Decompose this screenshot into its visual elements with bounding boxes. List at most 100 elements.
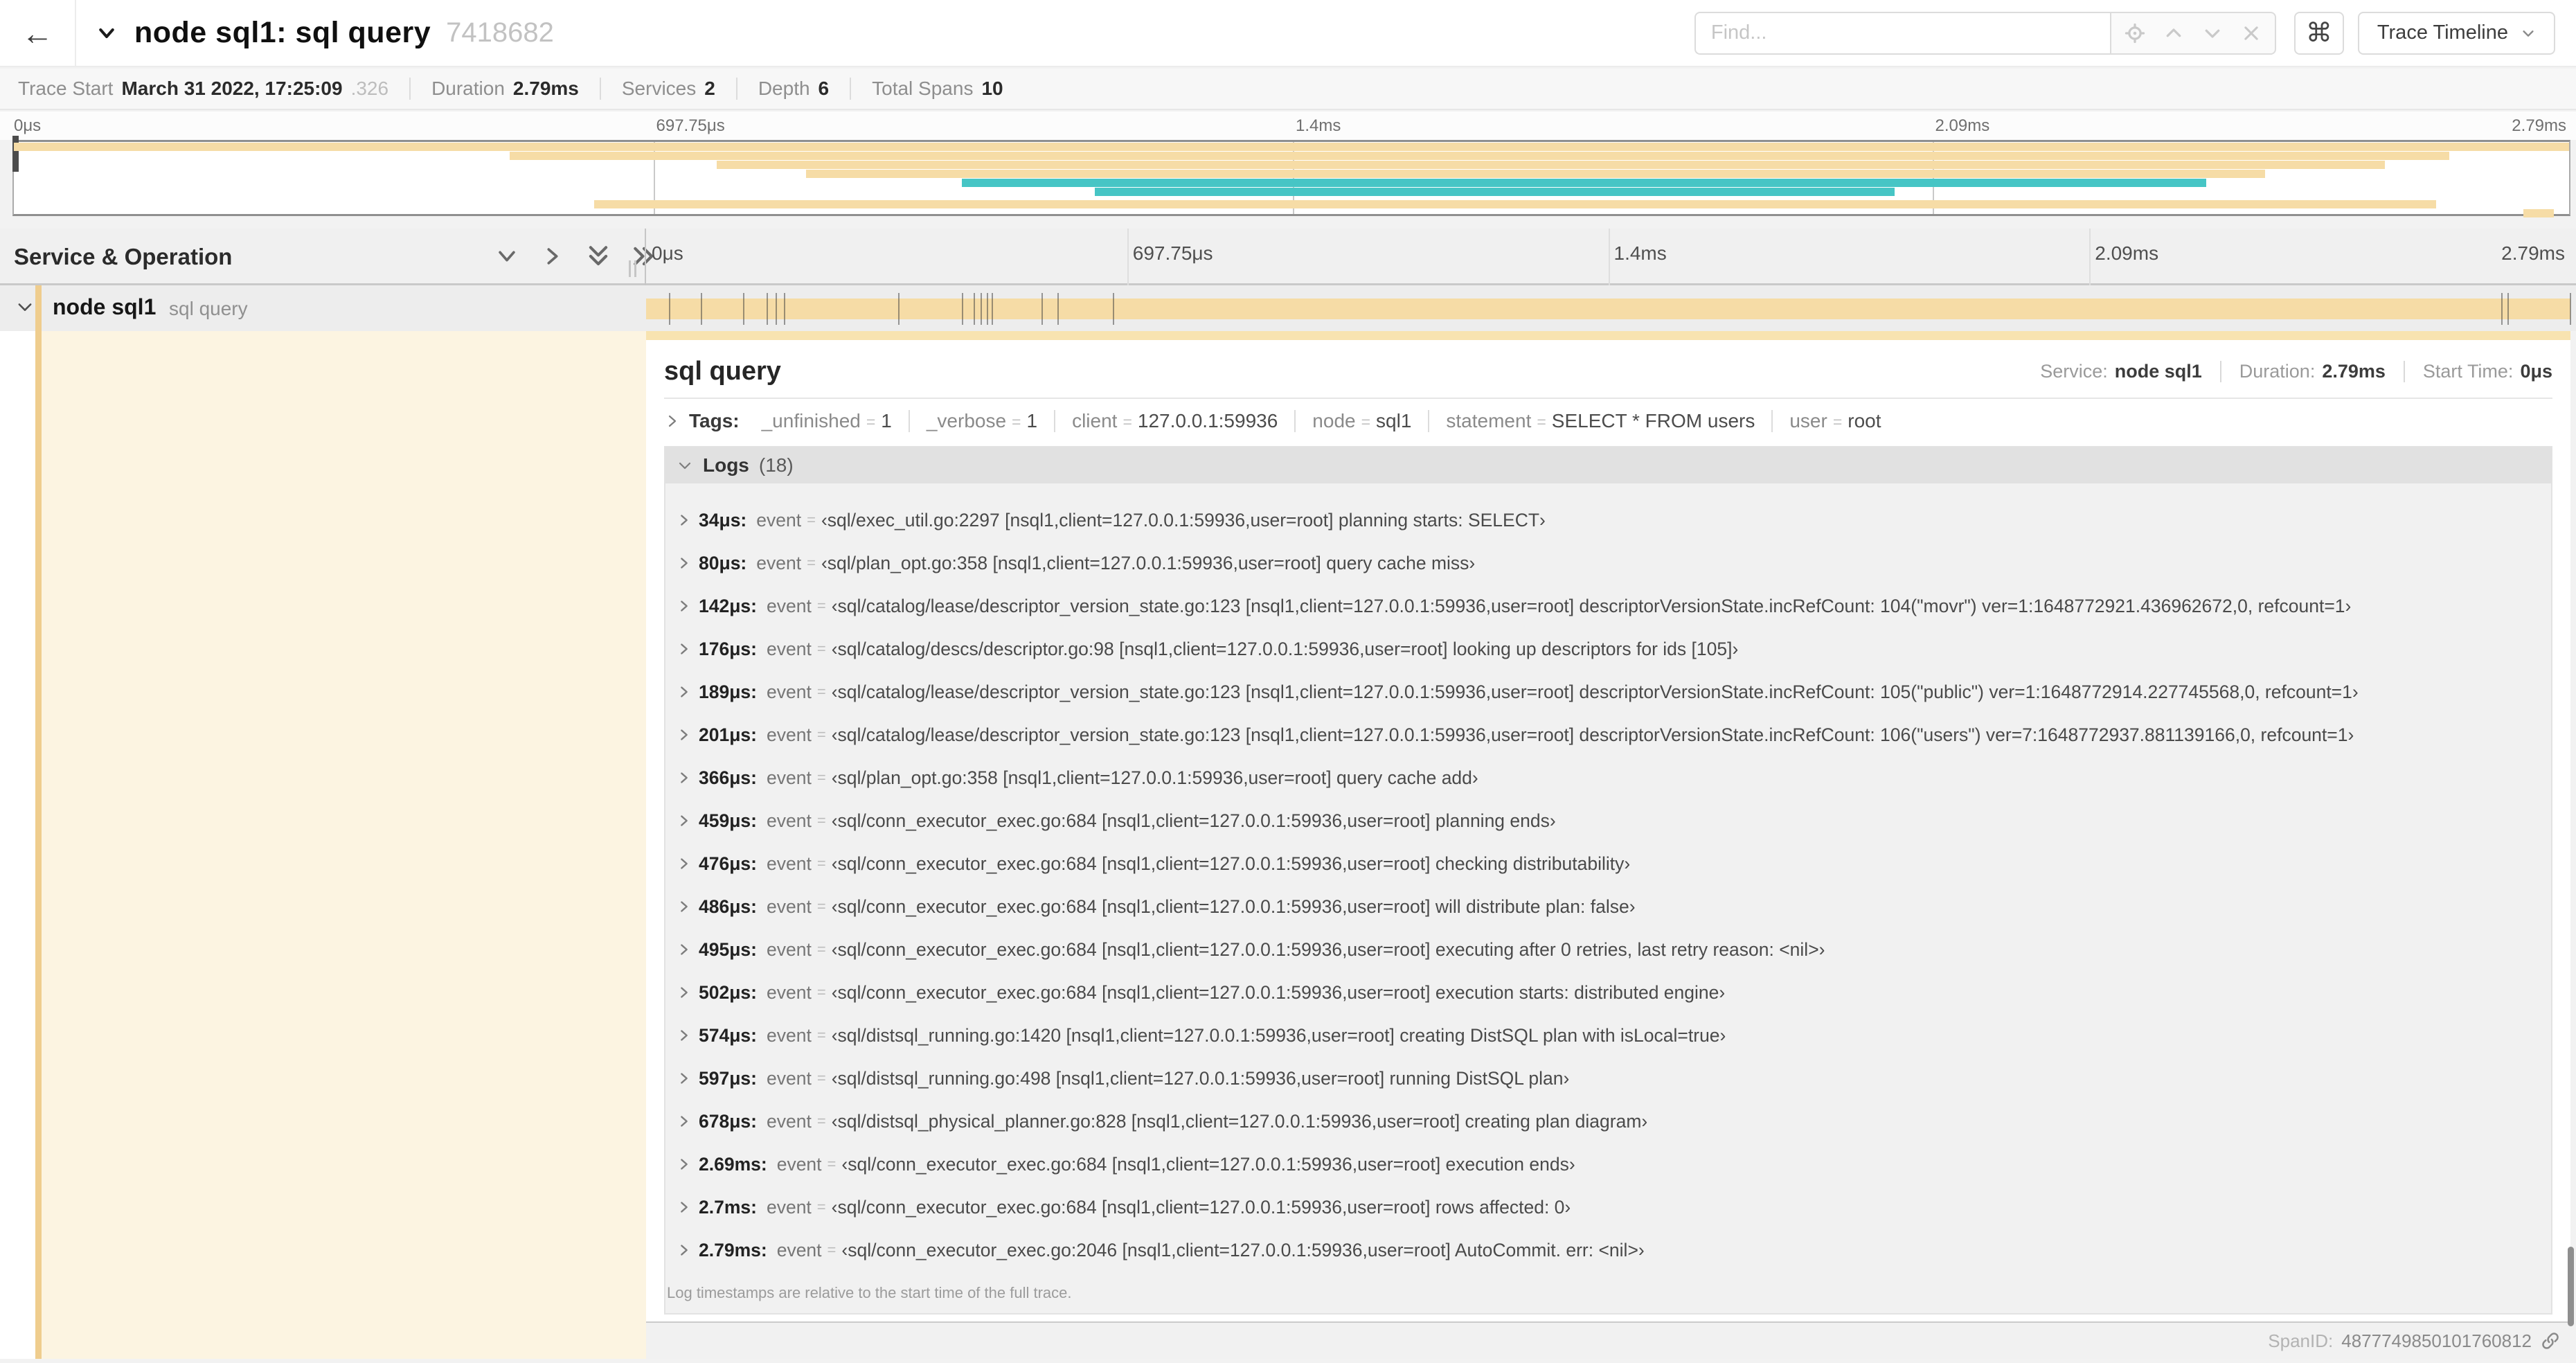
span-collapse-button[interactable] — [15, 297, 35, 317]
equals-sign: = — [816, 597, 826, 614]
log-field-value: ‹sql/conn_executor_exec.go:684 [nsql1,cl… — [831, 896, 1636, 917]
log-timestamp: 597μs: — [699, 1067, 757, 1089]
column-resizer-grip[interactable] — [629, 260, 636, 277]
summary-value: 2.79ms — [512, 78, 579, 99]
log-row[interactable]: 678μs: event = ‹sql/distsql_physical_planne… — [677, 1100, 2551, 1143]
timeline-tick-label: 697.75μs — [1132, 242, 1213, 264]
span-meta-item: Start Time: 0μs — [2403, 361, 2552, 382]
trace-title-group: node sql1: sql query 7418682 — [94, 16, 554, 50]
log-field-key: event — [767, 938, 812, 960]
summary-value: March 31 2022, 17:25:09 — [121, 78, 343, 99]
log-row[interactable]: 80μs: event = ‹sql/plan_opt.go:358 [nsql1,c… — [677, 542, 2551, 585]
log-row[interactable]: 2.79ms: event = ‹sql/conn_executor_exec.go:… — [677, 1229, 2551, 1272]
span-meta-label: Duration: — [2239, 361, 2316, 382]
log-row[interactable]: 2.69ms: event = ‹sql/conn_executor_exec.go:… — [677, 1143, 2551, 1186]
view-type-dropdown[interactable]: Trace Timeline — [2357, 11, 2555, 55]
log-row[interactable]: 201μs: event = ‹sql/catalog/lease/descripto… — [677, 713, 2551, 756]
equals-sign: = — [807, 511, 816, 528]
log-row[interactable]: 142μs: event = ‹sql/catalog/lease/descripto… — [677, 585, 2551, 627]
log-row[interactable]: 597μs: event = ‹sql/distsql_running.go:498 … — [677, 1057, 2551, 1100]
log-field-key: event — [767, 981, 812, 1003]
log-tick-mark — [981, 293, 983, 325]
span-duration-bar[interactable] — [646, 299, 2570, 319]
log-field-key: event — [767, 724, 812, 745]
logs-count: (18) — [758, 454, 794, 476]
log-tick-mark — [2507, 293, 2510, 325]
minimap-tick-labels: 0μs 697.75μs 1.4ms 2.09ms 2.79ms — [0, 112, 2576, 140]
log-tick-mark — [767, 293, 769, 325]
logs-section: Logs (18) 34μs: event = ‹sql/exec_util.go:2… — [664, 446, 2552, 1315]
chevron-right-icon — [668, 415, 677, 427]
tag-key: _unfinished — [761, 410, 861, 431]
trace-summary-item: Duration 2.79ms — [409, 78, 600, 100]
summary-value: 10 — [981, 78, 1003, 99]
link-icon[interactable] — [2540, 1330, 2561, 1351]
log-field-key: event — [756, 552, 802, 573]
span-meta-value: 0μs — [2520, 361, 2552, 382]
collapse-one-button[interactable] — [493, 242, 521, 270]
log-field-key: event — [767, 853, 812, 874]
timeline-minimap[interactable] — [12, 136, 2570, 217]
log-row[interactable]: 366μs: event = ‹sql/plan_opt.go:358 [nsql1,… — [677, 756, 2551, 799]
back-button[interactable]: ← — [0, 0, 76, 66]
find-locate-button[interactable] — [2120, 18, 2150, 48]
logs-header[interactable]: Logs (18) — [665, 447, 2551, 483]
span-detail-title: sql query — [664, 357, 781, 386]
log-row[interactable]: 476μs: event = ‹sql/conn_executor_exec.go:6… — [677, 842, 2551, 885]
log-field-value: ‹sql/conn_executor_exec.go:684 [nsql1,cl… — [831, 1196, 1571, 1218]
timeline-header-row: Service & Operation — [0, 229, 2576, 285]
log-tick-mark — [743, 293, 745, 325]
find-toolbar — [2109, 11, 2276, 55]
trace-id: 7418682 — [446, 17, 554, 48]
chevron-right-icon — [681, 1202, 688, 1213]
find-prev-button[interactable] — [2158, 18, 2189, 48]
find-input[interactable] — [1694, 11, 2110, 55]
log-row[interactable]: 486μs: event = ‹sql/conn_executor_exec.go:6… — [677, 885, 2551, 928]
span-tree-offset-stripe[interactable] — [35, 285, 42, 1359]
chevron-down-icon — [2205, 29, 2220, 38]
summary-label: Depth — [758, 78, 810, 99]
log-timestamp: 459μs: — [699, 810, 757, 831]
span-meta-value: 2.79ms — [2322, 361, 2386, 382]
equals-sign: = — [827, 1241, 837, 1258]
log-row[interactable]: 176μs: event = ‹sql/catalog/descs/descripto… — [677, 627, 2551, 670]
equals-sign: = — [1832, 413, 1843, 431]
detail-row-indent-fill — [42, 331, 646, 1359]
log-row[interactable]: 495μs: event = ‹sql/conn_executor_exec.go:6… — [677, 928, 2551, 971]
log-timestamp: 574μs: — [699, 1024, 757, 1046]
log-tick-mark — [1057, 293, 1059, 325]
log-row[interactable]: 2.7ms: event = ‹sql/conn_executor_exec.go:6… — [677, 1186, 2551, 1229]
trace-timeline-page: ← node sql1: sql query 7418682 Find... ⌘… — [0, 0, 2576, 1363]
close-icon — [2244, 26, 2258, 40]
log-row[interactable]: 502μs: event = ‹sql/conn_executor_exec.go:6… — [677, 971, 2551, 1014]
detail-row-indent-column — [0, 331, 646, 1359]
keyboard-shortcuts-button[interactable]: ⌘ — [2293, 11, 2344, 55]
minimap-left-scrubber[interactable] — [12, 136, 19, 172]
equals-sign: = — [816, 1198, 826, 1215]
log-row[interactable]: 189μs: event = ‹sql/catalog/lease/descripto… — [677, 670, 2551, 713]
tag-value: 127.0.0.1:59936 — [1137, 410, 1278, 431]
collapse-all-button[interactable] — [584, 242, 612, 270]
span-operation-name: sql query — [169, 298, 248, 319]
find-clear-button[interactable] — [2236, 18, 2266, 48]
log-row[interactable]: 459μs: event = ‹sql/conn_executor_exec.go:6… — [677, 799, 2551, 842]
minimap-span-bar — [509, 152, 2449, 160]
trace-summary-bar: Trace Start March 31 2022, 17:25:09 .326 Du… — [0, 69, 2576, 110]
tags-row[interactable]: Tags: _unfinished = 1 _verbose = 1 client = 127.… — [664, 399, 2552, 442]
log-field-value: ‹sql/distsql_running.go:498 [nsql1,clien… — [831, 1067, 1570, 1089]
log-field-key: event — [776, 1153, 822, 1175]
log-field-key: event — [767, 1067, 812, 1089]
chevron-right-icon — [681, 815, 688, 826]
tag-key-value: user = root — [1771, 410, 1897, 432]
expand-one-button[interactable] — [539, 242, 566, 270]
find-next-button[interactable] — [2197, 18, 2228, 48]
log-timestamp: 678μs: — [699, 1110, 757, 1132]
log-row[interactable]: 574μs: event = ‹sql/distsql_running.go:1420… — [677, 1014, 2551, 1057]
span-id-label: SpanID: — [2268, 1330, 2334, 1351]
equals-sign: = — [816, 683, 826, 700]
equals-sign: = — [827, 1155, 837, 1173]
vertical-scrollbar-thumb[interactable] — [2568, 1247, 2574, 1326]
tags-label: Tags: — [689, 410, 740, 431]
log-row[interactable]: 34μs: event = ‹sql/exec_util.go:2297 [nsql1… — [677, 499, 2551, 542]
title-collapse-button[interactable] — [94, 23, 119, 44]
